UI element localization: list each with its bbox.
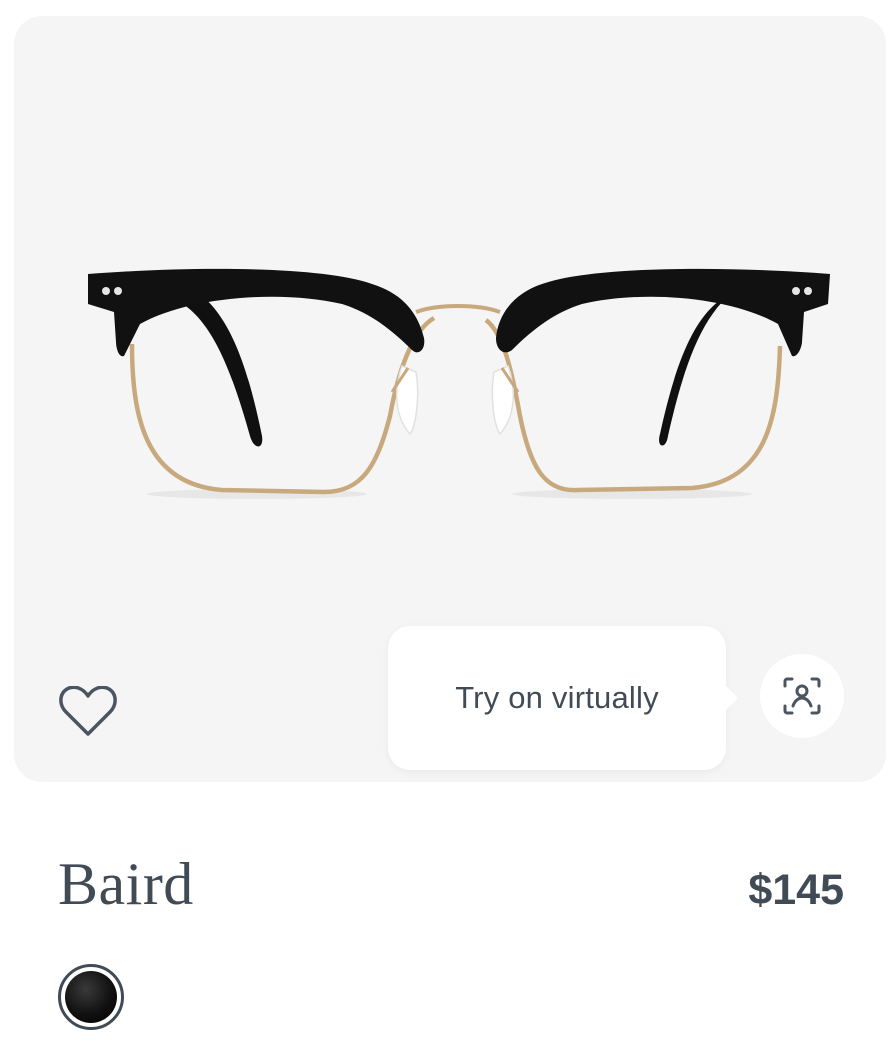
favorite-button[interactable] (56, 680, 120, 744)
tryon-tooltip: Try on virtually (388, 626, 738, 770)
product-image (88, 268, 830, 499)
heart-icon (59, 686, 117, 736)
color-swatch-black[interactable] (58, 964, 124, 1030)
tryon-tooltip-text: Try on virtually (455, 680, 659, 715)
face-scan-icon (783, 677, 821, 715)
virtual-tryon-button[interactable] (760, 654, 844, 738)
color-swatch-fill (65, 971, 117, 1023)
product-card[interactable]: Try on virtually (14, 16, 886, 782)
product-name: Baird (58, 851, 194, 917)
product-price: $145 (748, 866, 844, 914)
